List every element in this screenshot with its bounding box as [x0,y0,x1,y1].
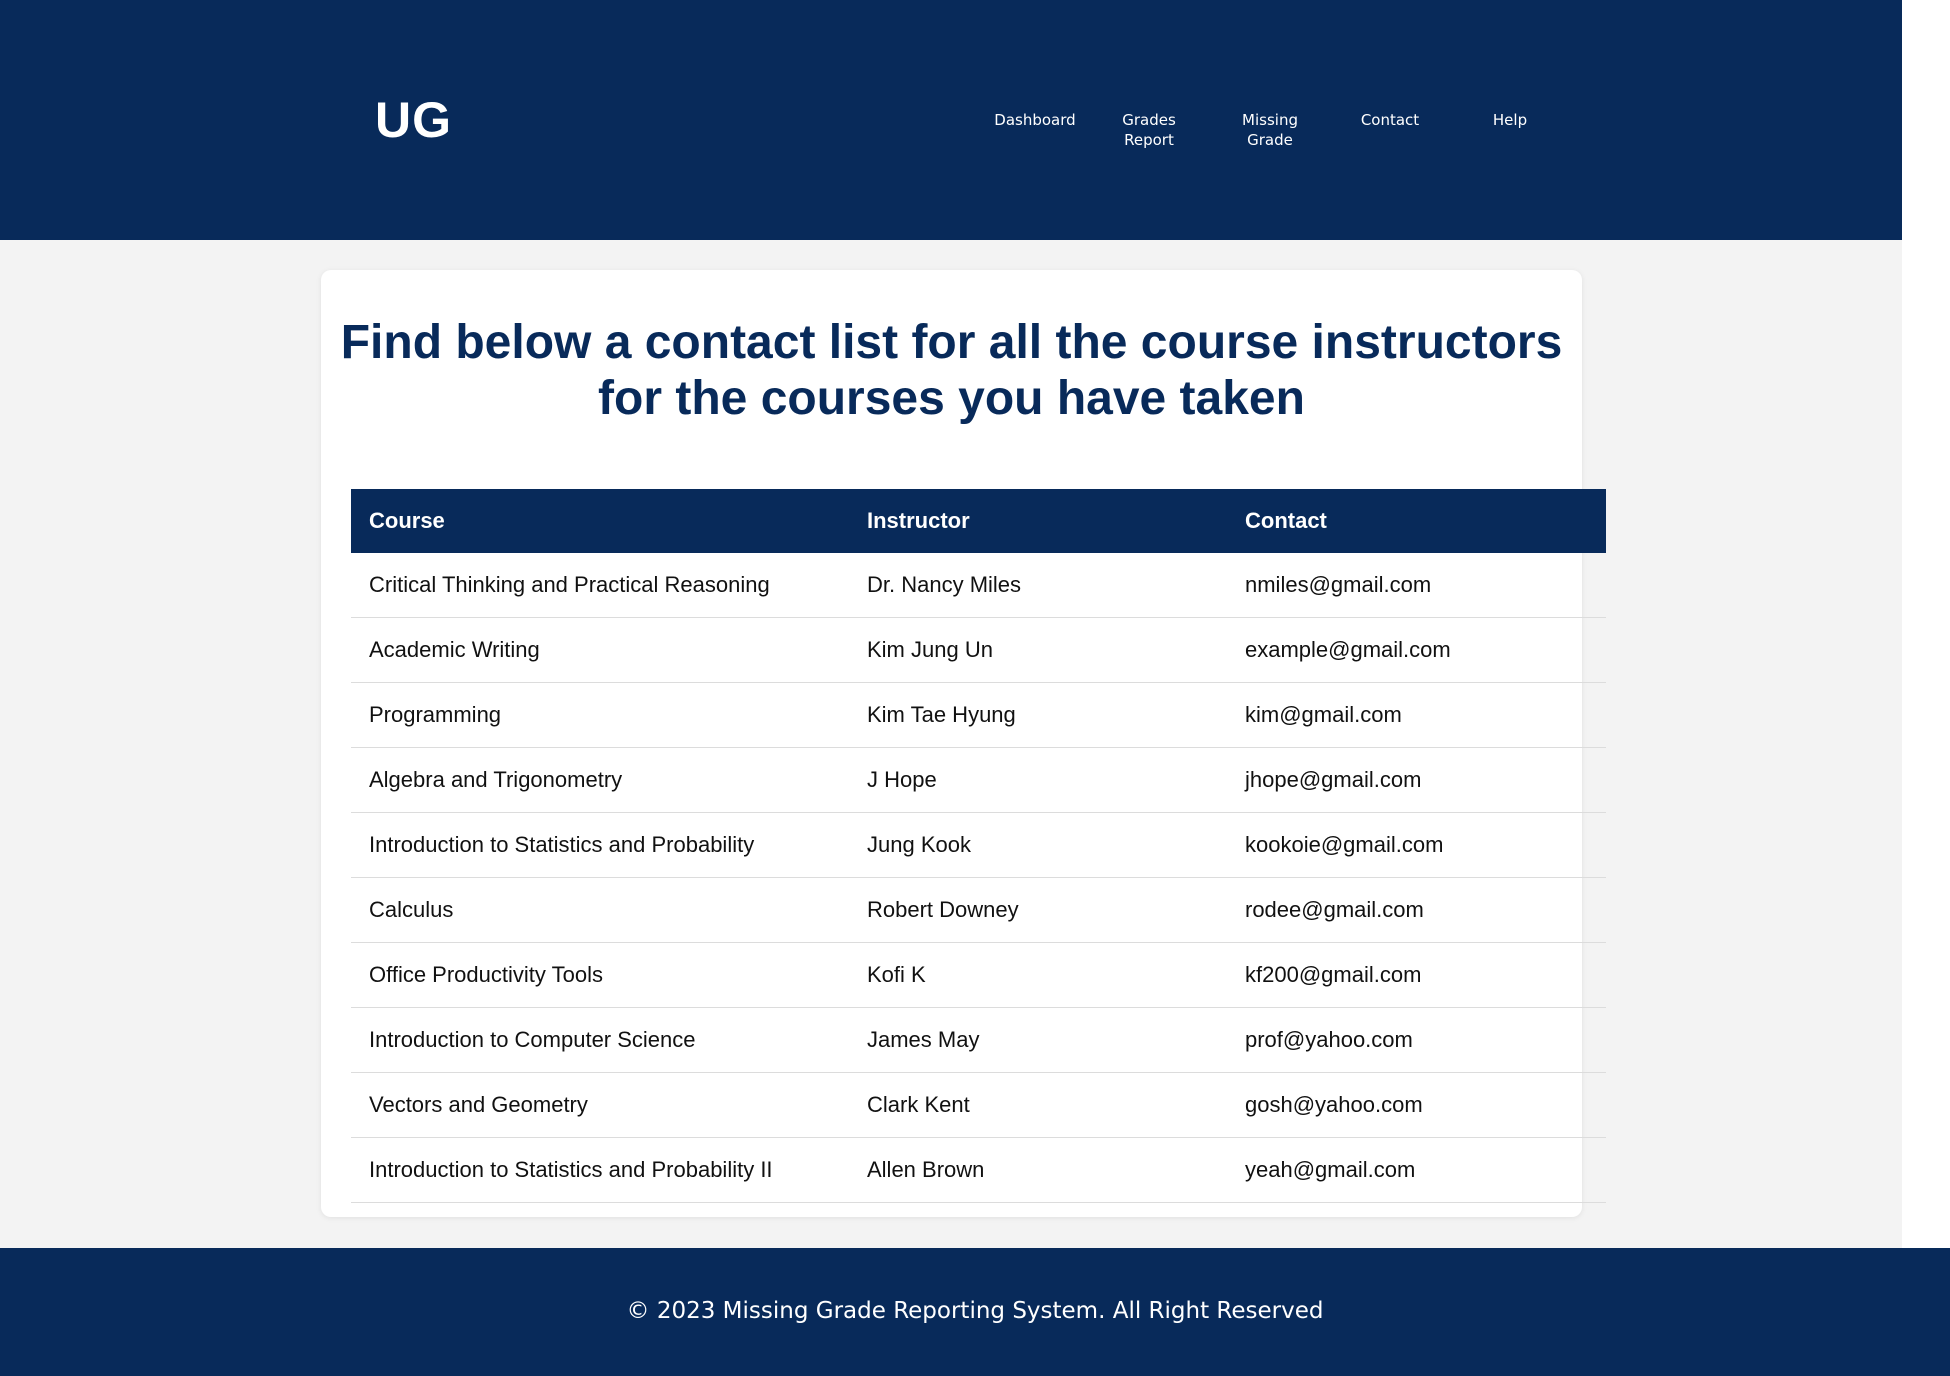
nav-dashboard[interactable]: Dashboard [980,110,1090,130]
table-row: Academic Writing Kim Jung Un example@gma… [351,617,1606,683]
table-header-row: Course Instructor Contact [351,489,1606,553]
table-row: Introduction to Computer Science James M… [351,1007,1606,1073]
contact-email-cell[interactable]: kookoie@gmail.com [1227,812,1606,878]
contact-email-cell[interactable]: nmiles@gmail.com [1227,553,1606,618]
contact-email-cell[interactable]: gosh@yahoo.com [1227,1072,1606,1138]
course-cell: Introduction to Statistics and Probabili… [351,1137,849,1203]
top-header: UG Dashboard Grades Report Missing Grade… [0,0,1902,240]
instructor-cell: Jung Kook [849,812,1227,878]
instructor-cell: J Hope [849,747,1227,813]
page-background: UG Dashboard Grades Report Missing Grade… [0,0,1902,1376]
nav-contact[interactable]: Contact [1335,110,1445,130]
contact-column-header: Contact [1227,489,1606,553]
course-cell: Academic Writing [351,617,849,683]
course-cell: Critical Thinking and Practical Reasonin… [351,553,849,618]
contact-card: Find below a contact list for all the co… [321,270,1606,1217]
instructor-cell: Robert Downey [849,877,1227,943]
course-column-header: Course [351,489,849,553]
instructor-column-header: Instructor [849,489,1227,553]
nav-grades-report[interactable]: Grades Report [1094,110,1204,150]
table-row: Algebra and Trigonometry J Hope jhope@gm… [351,747,1606,813]
table-row: Vectors and Geometry Clark Kent gosh@yah… [351,1072,1606,1138]
contact-email-cell[interactable]: rodee@gmail.com [1227,877,1606,943]
table-row: Calculus Robert Downey rodee@gmail.com [351,877,1606,943]
course-cell: Algebra and Trigonometry [351,747,849,813]
table-row: Introduction to Statistics and Probabili… [351,812,1606,878]
table-row: Programming Kim Tae Hyung kim@gmail.com [351,682,1606,748]
course-cell: Introduction to Statistics and Probabili… [351,812,849,878]
page-title: Find below a contact list for all the co… [340,316,1563,425]
contact-email-cell[interactable]: jhope@gmail.com [1227,747,1606,813]
course-cell: Programming [351,682,849,748]
nav-missing-grade[interactable]: Missing Grade [1215,110,1325,150]
logo[interactable]: UG [375,90,452,150]
instructor-cell: Clark Kent [849,1072,1227,1138]
instructor-cell: Allen Brown [849,1137,1227,1203]
nav-help[interactable]: Help [1455,110,1565,130]
contact-email-cell[interactable]: kim@gmail.com [1227,682,1606,748]
page-footer: © 2023 Missing Grade Reporting System. A… [0,1248,1950,1376]
course-cell: Vectors and Geometry [351,1072,849,1138]
table-row: Introduction to Statistics and Probabili… [351,1137,1606,1203]
instructor-cell: Dr. Nancy Miles [849,553,1227,618]
table-row: Critical Thinking and Practical Reasonin… [351,553,1606,618]
contact-email-cell[interactable]: prof@yahoo.com [1227,1007,1606,1073]
instructor-cell: Kim Jung Un [849,617,1227,683]
contact-email-cell[interactable]: kf200@gmail.com [1227,942,1606,1008]
course-cell: Introduction to Computer Science [351,1007,849,1073]
instructor-cell: Kim Tae Hyung [849,682,1227,748]
course-cell: Office Productivity Tools [351,942,849,1008]
instructor-cell: James May [849,1007,1227,1073]
contact-email-cell[interactable]: yeah@gmail.com [1227,1137,1606,1203]
course-cell: Calculus [351,877,849,943]
contact-email-cell[interactable]: example@gmail.com [1227,617,1606,683]
table-row: Office Productivity Tools Kofi K kf200@g… [351,942,1606,1008]
copyright-text: © 2023 Missing Grade Reporting System. A… [626,1298,1324,1324]
instructor-contact-table: Course Instructor Contact Critical Think… [351,489,1606,1203]
instructor-cell: Kofi K [849,942,1227,1008]
